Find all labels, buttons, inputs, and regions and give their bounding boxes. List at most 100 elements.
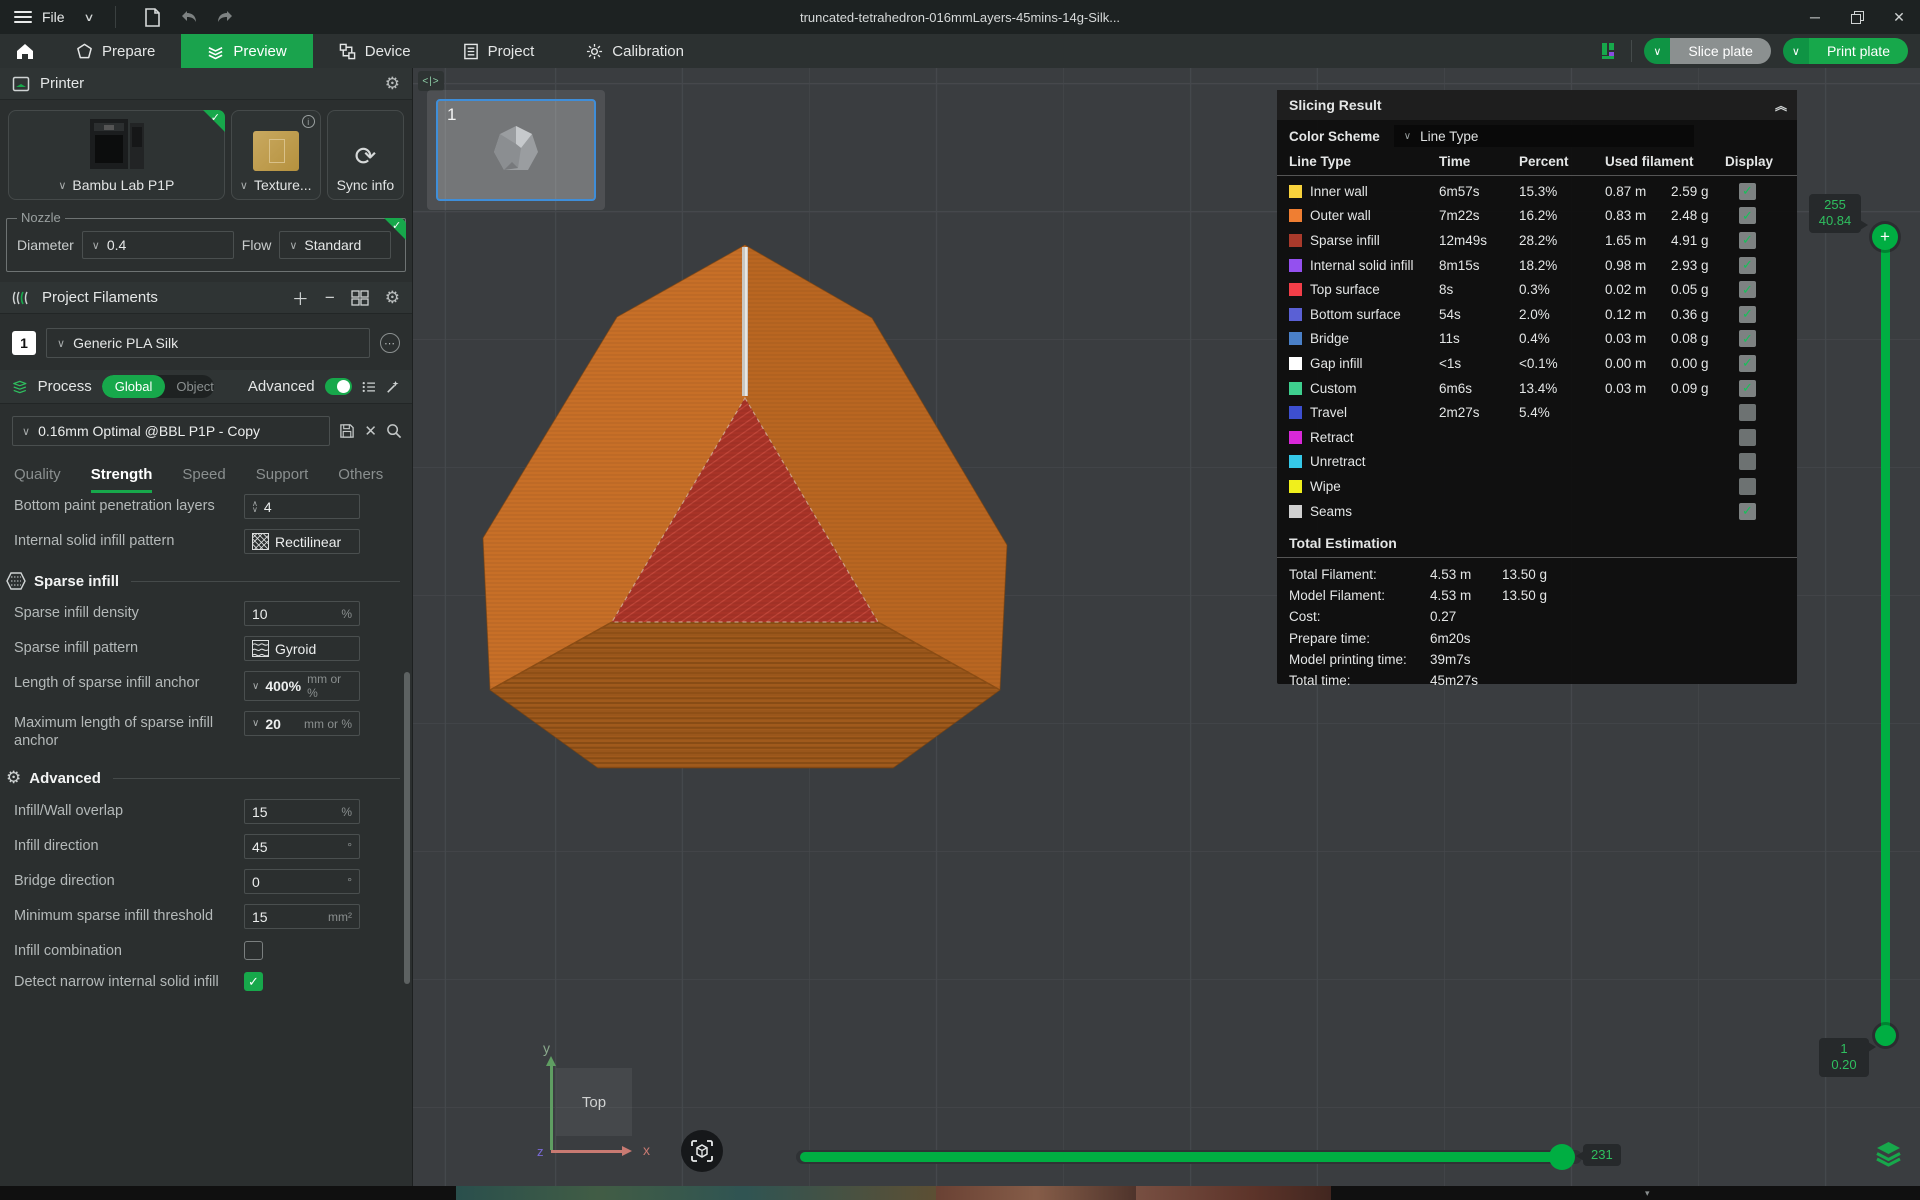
- print-options-chevron-icon[interactable]: ∨: [1783, 38, 1809, 64]
- view-list-icon[interactable]: [362, 380, 376, 394]
- auto-orient-camera-button[interactable]: [681, 1130, 723, 1172]
- tab-speed[interactable]: Speed: [182, 466, 225, 493]
- collapse-sidebar-icon[interactable]: <|>: [418, 71, 444, 91]
- display-checkbox[interactable]: [1739, 453, 1756, 470]
- display-checkbox[interactable]: [1739, 306, 1756, 323]
- print-plate-button[interactable]: ∨ Print plate: [1783, 38, 1908, 64]
- line-type-table: Inner wall 6m57s 15.3% 0.87 m 2.59 g Out…: [1277, 176, 1797, 523]
- line-type-row: Top surface 8s 0.3% 0.02 m 0.05 g: [1277, 277, 1797, 302]
- tab-calibration[interactable]: Calibration: [560, 34, 710, 68]
- display-checkbox[interactable]: [1739, 232, 1756, 249]
- filament-more-icon[interactable]: ⋯: [380, 333, 400, 353]
- setting-row: Bottom paint penetration layers ∧∨ 4: [0, 489, 412, 524]
- plate-dropdown-chevron-icon[interactable]: ∨: [240, 179, 248, 192]
- setting-pattern-select[interactable]: Gyroid: [244, 636, 360, 661]
- slice-plate-button[interactable]: ∨ Slice plate: [1644, 38, 1771, 64]
- advanced-toggle[interactable]: [325, 378, 353, 395]
- bambu-studio-window: File ∨ truncated-tetrahedron-016mmLayers…: [0, 0, 1920, 1200]
- process-preset-select[interactable]: ∨0.16mm Optimal @BBL P1P - Copy: [12, 416, 330, 446]
- chevron-down-icon[interactable]: ∨: [83, 11, 94, 24]
- display-checkbox[interactable]: [1739, 380, 1756, 397]
- display-checkbox[interactable]: [1739, 183, 1756, 200]
- total-row: Model Filament: 4.53 m 13.50 g: [1277, 585, 1797, 606]
- printer-card[interactable]: ✓ ∨Bambu Lab P1P: [8, 110, 225, 200]
- setting-dropdown[interactable]: ∨ 400% mm or %: [244, 671, 360, 701]
- tab-strength[interactable]: Strength: [91, 466, 153, 493]
- remove-filament-icon[interactable]: −: [325, 288, 335, 308]
- layers-view-icon[interactable]: [1875, 1140, 1902, 1172]
- display-checkbox[interactable]: [1739, 330, 1756, 347]
- detect-narrow-infill-checkbox[interactable]: [244, 972, 263, 991]
- tab-prepare[interactable]: Prepare: [50, 34, 181, 68]
- file-menu[interactable]: File: [42, 9, 65, 25]
- search-icon[interactable]: [386, 423, 402, 439]
- process-scope-toggle[interactable]: Global Objects: [102, 375, 214, 398]
- scope-objects[interactable]: Objects: [165, 375, 214, 398]
- nozzle-diameter-select[interactable]: ∨0.4: [82, 231, 234, 259]
- setting-pattern-select[interactable]: Rectilinear: [244, 529, 360, 554]
- display-checkbox[interactable]: [1739, 404, 1756, 421]
- setting-dropdown[interactable]: ∨ 20 mm or %: [244, 711, 360, 736]
- bottom-strip: [0, 1186, 1920, 1200]
- step-slider-handle[interactable]: [1549, 1144, 1575, 1170]
- total-value-2: 13.50 g: [1502, 588, 1785, 603]
- filament-select[interactable]: ∨Generic PLA Silk: [46, 328, 370, 358]
- layer-slider-track[interactable]: [1881, 237, 1890, 1036]
- sync-info-card[interactable]: ⟳ Sync info: [327, 110, 404, 200]
- scope-global[interactable]: Global: [102, 375, 166, 398]
- tab-support[interactable]: Support: [256, 466, 309, 493]
- line-type-length: 0.83 m: [1605, 208, 1671, 223]
- printer-dropdown-chevron-icon[interactable]: ∨: [58, 179, 66, 192]
- 3d-viewport[interactable]: <|> 1: [413, 68, 1920, 1186]
- tab-project[interactable]: Project: [437, 34, 561, 68]
- sidebar-scrollbar[interactable]: [404, 672, 410, 984]
- info-icon[interactable]: i: [302, 115, 315, 128]
- display-checkbox[interactable]: [1739, 478, 1756, 495]
- setting-input[interactable]: 15 mm²: [244, 904, 360, 929]
- nozzle-flow-select[interactable]: ∨Standard: [279, 231, 391, 259]
- color-scheme-select[interactable]: ∨ Line Type: [1394, 125, 1694, 147]
- display-checkbox[interactable]: [1739, 429, 1756, 446]
- collapse-panel-icon[interactable]: ︽: [1775, 97, 1785, 114]
- tab-others[interactable]: Others: [338, 466, 383, 493]
- undo-icon[interactable]: [174, 5, 204, 29]
- layer-slider-top-handle[interactable]: +: [1872, 224, 1898, 250]
- add-filament-icon[interactable]: ＋: [292, 285, 309, 310]
- filament-settings-gear-icon[interactable]: ⚙: [385, 288, 400, 308]
- display-checkbox[interactable]: [1739, 355, 1756, 372]
- redo-icon[interactable]: [210, 5, 240, 29]
- setting-input[interactable]: 45 °: [244, 834, 360, 859]
- model-truncated-tetrahedron[interactable]: [478, 242, 1013, 774]
- tab-preview[interactable]: Preview: [181, 34, 312, 68]
- infill-combination-checkbox[interactable]: [244, 941, 263, 960]
- tab-device[interactable]: Device: [313, 34, 437, 68]
- printer-settings-gear-icon[interactable]: ⚙: [385, 74, 400, 94]
- spinner-arrows-icon[interactable]: ∧∨: [252, 501, 258, 513]
- restore-button[interactable]: [1836, 0, 1878, 34]
- plate-settings-icon[interactable]: [1599, 41, 1619, 61]
- display-checkbox[interactable]: [1739, 207, 1756, 224]
- save-preset-icon[interactable]: [339, 423, 355, 439]
- display-checkbox[interactable]: [1739, 281, 1756, 298]
- save-file-icon[interactable]: [138, 5, 168, 29]
- minimize-button[interactable]: ─: [1794, 0, 1836, 34]
- display-checkbox[interactable]: [1739, 503, 1756, 520]
- display-checkbox[interactable]: [1739, 257, 1756, 274]
- setting-input[interactable]: 0 °: [244, 869, 360, 894]
- plate-thumbnail[interactable]: 1: [436, 99, 596, 201]
- close-button[interactable]: ✕: [1878, 0, 1920, 34]
- setting-wizard-icon[interactable]: [386, 379, 400, 395]
- setting-input[interactable]: 10 %: [244, 601, 360, 626]
- setting-row: Minimum sparse infill threshold 15 mm²: [0, 899, 412, 934]
- setting-label: Length of sparse infill anchor: [14, 671, 244, 692]
- view-orientation-cube[interactable]: Top: [556, 1068, 632, 1136]
- setting-input[interactable]: 15 %: [244, 799, 360, 824]
- setting-spinner[interactable]: ∧∨ 4: [244, 494, 360, 519]
- flush-volumes-icon[interactable]: [351, 290, 369, 306]
- slice-options-chevron-icon[interactable]: ∨: [1644, 38, 1670, 64]
- plate-type-card[interactable]: i ∨Texture...: [231, 110, 321, 200]
- delete-preset-icon[interactable]: ✕: [364, 422, 377, 440]
- tab-quality[interactable]: Quality: [14, 466, 61, 493]
- home-tab[interactable]: [0, 34, 50, 68]
- layer-slider-bottom-handle[interactable]: [1875, 1025, 1896, 1046]
